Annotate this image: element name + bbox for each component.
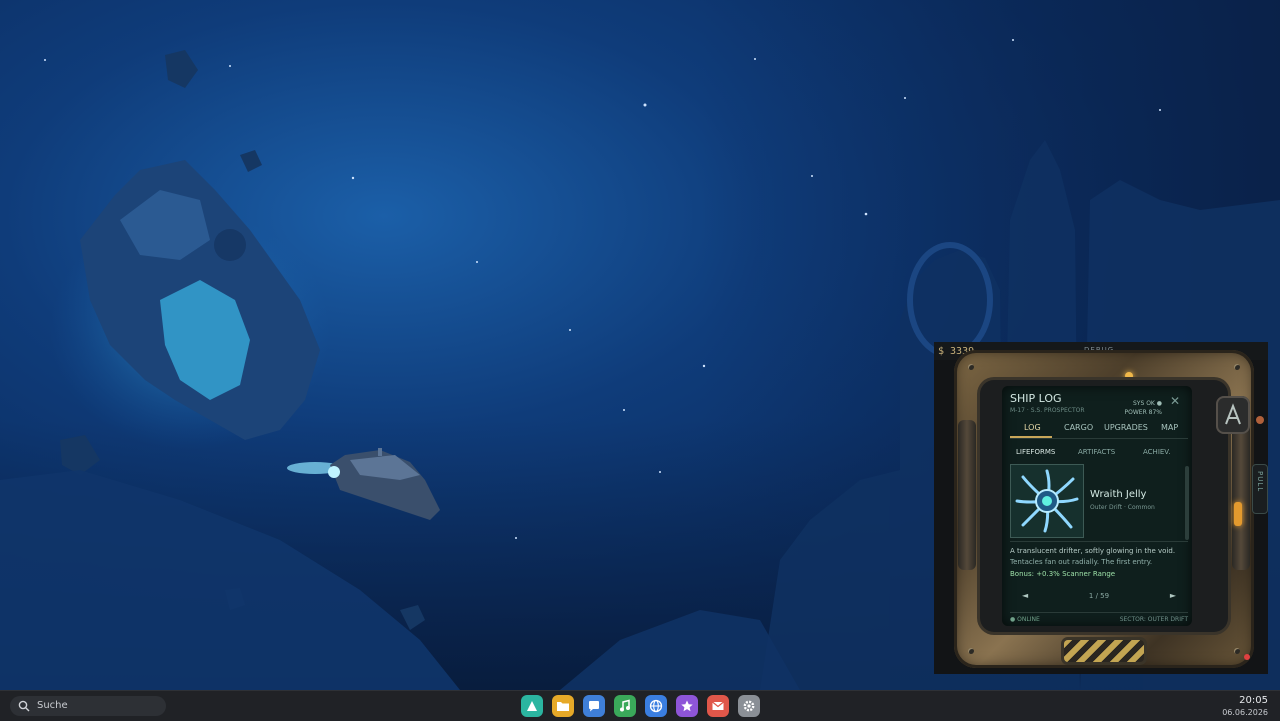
screen-status-bar: ● ONLINE SECTOR: OUTER DRIFT bbox=[1010, 612, 1188, 623]
entry-pager: ◄ 1 / 59 ► bbox=[1010, 591, 1188, 603]
entry-name: Wraith Jelly bbox=[1090, 489, 1147, 500]
online-status: ● ONLINE bbox=[1010, 616, 1040, 623]
emblem-icon[interactable] bbox=[1216, 396, 1250, 434]
main-tabs: LOG CARGO UPGRADES MAP bbox=[1010, 420, 1188, 439]
rivet bbox=[968, 364, 974, 370]
mail-icon[interactable] bbox=[707, 695, 729, 717]
scrollbar[interactable] bbox=[1185, 466, 1189, 540]
sub-tabs: LIFEFORMS ARTIFACTS ACHIEV. bbox=[1010, 446, 1188, 460]
tab-upgrades[interactable]: UPGRADES bbox=[1104, 423, 1148, 432]
entry-meta: Outer Drift · Common bbox=[1090, 504, 1155, 511]
sys-ok-label: SYS OK ● bbox=[1133, 400, 1162, 407]
amber-indicator bbox=[1234, 502, 1242, 526]
desc-line-1: A translucent drifter, softly glowing in… bbox=[1010, 547, 1176, 555]
screen-title: SHIP LOG bbox=[1010, 392, 1062, 405]
right-handle bbox=[1232, 420, 1250, 570]
power-label: POWER 87% bbox=[1124, 409, 1162, 416]
music-icon[interactable] bbox=[614, 695, 636, 717]
close-icon[interactable]: ✕ bbox=[1170, 394, 1180, 408]
status-light bbox=[1125, 372, 1133, 380]
entry-description: A translucent drifter, softly glowing in… bbox=[1010, 546, 1186, 568]
wraith-jelly-icon bbox=[1015, 469, 1079, 533]
knob-icon[interactable] bbox=[1256, 416, 1264, 424]
ship-log-widget: $ 3339 DEBUG PULL SHIP LOG M-17 · S.S. P… bbox=[934, 342, 1268, 674]
folder-icon[interactable] bbox=[552, 695, 574, 717]
tab-cargo[interactable]: CARGO bbox=[1064, 423, 1093, 432]
search-icon bbox=[18, 700, 30, 712]
lifeform-image bbox=[1010, 464, 1084, 538]
desc-line-2: Tentacles fan out radially. The first en… bbox=[1010, 558, 1153, 566]
pull-tab[interactable]: PULL bbox=[1252, 464, 1268, 514]
triangle-app-icon[interactable] bbox=[521, 695, 543, 717]
search-input[interactable]: Suche bbox=[10, 696, 166, 716]
divider bbox=[1010, 541, 1188, 542]
system-clock[interactable]: 20:05 06.06.2026 bbox=[1222, 695, 1268, 718]
hazard-vent bbox=[1064, 640, 1144, 662]
rivet bbox=[968, 648, 974, 654]
sector-status: SECTOR: OUTER DRIFT bbox=[1119, 616, 1188, 623]
tab-map[interactable]: MAP bbox=[1161, 423, 1178, 432]
alert-light bbox=[1244, 654, 1250, 660]
clock-time: 20:05 bbox=[1239, 695, 1268, 706]
chat-icon[interactable] bbox=[583, 695, 605, 717]
ship-log-screen: SHIP LOG M-17 · S.S. PROSPECTOR SYS OK ●… bbox=[1002, 386, 1192, 626]
screen-subtitle: M-17 · S.S. PROSPECTOR bbox=[1010, 407, 1085, 414]
rivet bbox=[1234, 364, 1240, 370]
left-handle bbox=[958, 420, 976, 570]
subtab-artifacts[interactable]: ARTIFACTS bbox=[1078, 448, 1115, 456]
subtab-achievements[interactable]: ACHIEV. bbox=[1143, 448, 1170, 456]
globe-icon[interactable] bbox=[645, 695, 667, 717]
next-entry-button[interactable]: ► bbox=[1170, 591, 1176, 600]
clock-date: 06.06.2026 bbox=[1222, 708, 1268, 717]
system-status: SYS OK ● POWER 87% bbox=[1125, 399, 1162, 417]
active-tab-indicator bbox=[1010, 436, 1052, 438]
taskbar: Suche 20:05 06.06.2026 bbox=[0, 690, 1280, 721]
rivet bbox=[1234, 648, 1240, 654]
gear-icon[interactable] bbox=[738, 695, 760, 717]
tab-log[interactable]: LOG bbox=[1024, 423, 1041, 432]
search-placeholder: Suche bbox=[37, 700, 68, 711]
entry-bonus: Bonus: +0.3% Scanner Range bbox=[1010, 570, 1116, 578]
star-icon[interactable] bbox=[676, 695, 698, 717]
subtab-lifeforms[interactable]: LIFEFORMS bbox=[1016, 448, 1055, 456]
pull-label: PULL bbox=[1256, 471, 1264, 493]
entry-count: 1 / 59 bbox=[1088, 592, 1110, 600]
